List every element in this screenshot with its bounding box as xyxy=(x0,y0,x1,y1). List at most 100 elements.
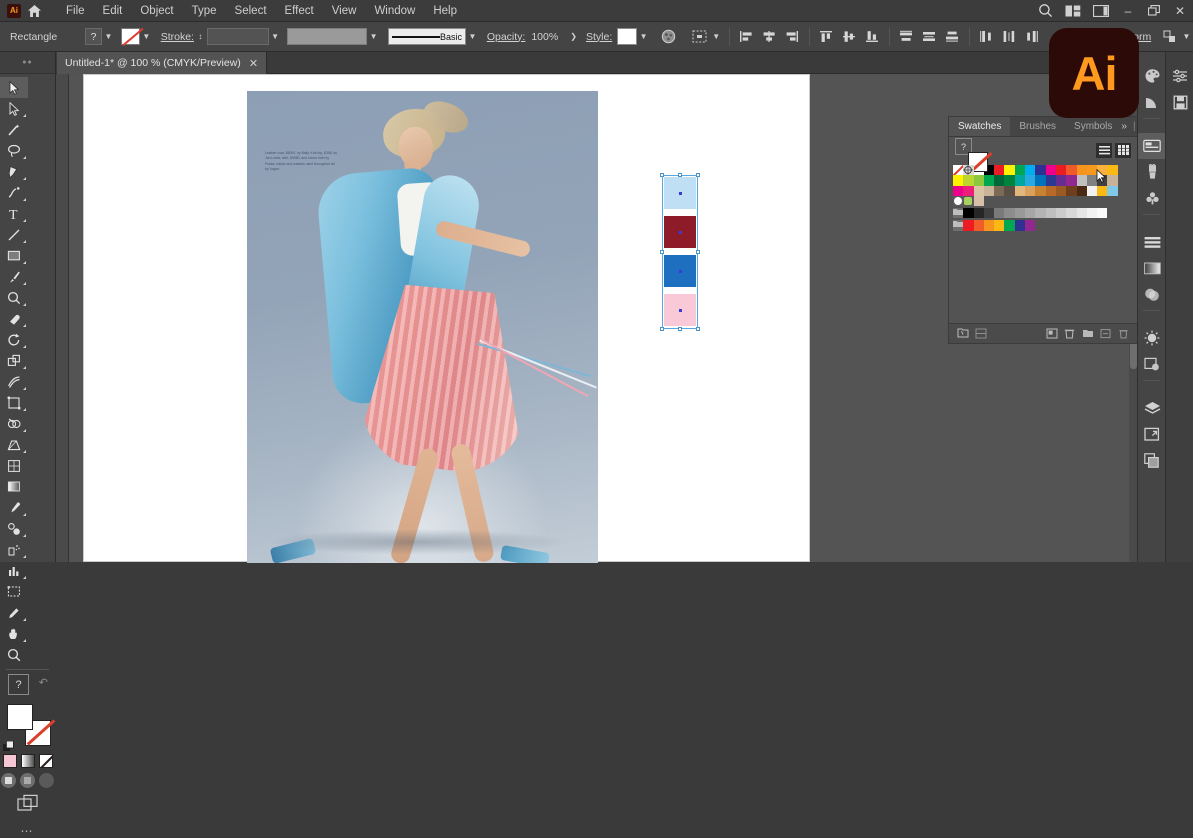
align-bottom-icon[interactable] xyxy=(862,27,883,47)
document-tab[interactable]: Untitled-1* @ 100 % (CMYK/Preview) ✕ xyxy=(57,52,268,74)
pen-tool[interactable] xyxy=(0,161,28,182)
symbol-sprayer-tool[interactable] xyxy=(0,539,28,560)
draw-inside-icon[interactable] xyxy=(39,773,54,788)
swatch-red[interactable] xyxy=(994,165,1005,176)
color-panel-icon[interactable] xyxy=(1138,63,1166,89)
color-swatch-pink[interactable] xyxy=(2,754,17,768)
swatch-silver[interactable] xyxy=(1076,175,1087,186)
swatch-tan[interactable] xyxy=(1107,175,1118,186)
graphic-style-swatch[interactable] xyxy=(617,28,638,45)
transform-chevron-down-icon[interactable]: ▼ xyxy=(1180,28,1193,45)
scale-tool[interactable] xyxy=(0,350,28,371)
trash-icon[interactable] xyxy=(1116,327,1131,341)
swatch-g2-orange[interactable] xyxy=(983,220,995,231)
gradient-tool[interactable] xyxy=(0,476,28,497)
column-graph-tool[interactable] xyxy=(0,560,28,581)
align-vertical-center-icon[interactable] xyxy=(839,27,860,47)
rect-blue[interactable] xyxy=(664,255,696,287)
tab-swatches[interactable]: Swatches xyxy=(949,117,1011,136)
opacity-value[interactable]: 100% xyxy=(531,31,567,43)
transparency-panel-icon[interactable] xyxy=(1138,281,1166,307)
layers-panel-icon[interactable] xyxy=(1138,395,1166,421)
distribute-left-icon[interactable] xyxy=(976,27,997,47)
menu-edit[interactable]: Edit xyxy=(94,2,132,20)
mesh-tool[interactable] xyxy=(0,455,28,476)
opacity-more-icon[interactable]: ❯ xyxy=(567,28,580,45)
perspective-grid-tool[interactable] xyxy=(0,434,28,455)
recolor-artwork-icon[interactable] xyxy=(658,27,679,47)
rectangle-tool[interactable] xyxy=(0,245,28,266)
swatch-yellow[interactable] xyxy=(1004,165,1015,176)
variable-width-profile[interactable] xyxy=(287,28,368,45)
asset-export-panel-icon[interactable] xyxy=(1138,447,1166,473)
new-swatch-icon[interactable] xyxy=(1098,327,1113,341)
align-horizontal-center-icon[interactable] xyxy=(759,27,780,47)
align-right-icon[interactable] xyxy=(782,27,803,47)
swatch-g2-green[interactable] xyxy=(1004,220,1015,231)
swatch-lime[interactable] xyxy=(963,175,974,186)
swatch-rust[interactable] xyxy=(1045,185,1056,196)
hand-tool[interactable] xyxy=(0,623,28,644)
gradient-swatch[interactable] xyxy=(20,754,35,768)
close-icon[interactable]: ✕ xyxy=(249,57,258,70)
stroke-weight-input[interactable] xyxy=(206,28,269,45)
menu-type[interactable]: Type xyxy=(183,2,226,20)
swatch-pink-hot[interactable] xyxy=(953,185,964,196)
show-swatch-kinds-icon[interactable] xyxy=(973,327,988,341)
eyedropper-tool[interactable] xyxy=(0,497,28,518)
swatch-white-round[interactable] xyxy=(953,195,964,207)
swatch-sky[interactable] xyxy=(1025,175,1036,186)
lasso-tool[interactable] xyxy=(0,140,28,161)
align-left-icon[interactable] xyxy=(736,27,757,47)
shaper-tool[interactable] xyxy=(0,287,28,308)
swatch-brown-dark[interactable] xyxy=(1066,185,1077,196)
tab-brushes[interactable]: Brushes xyxy=(1010,117,1065,136)
swatch-gray-3f3f3f[interactable] xyxy=(983,208,995,219)
swatch-offwhite[interactable] xyxy=(1086,185,1098,196)
color-group-folder-icon-2[interactable] xyxy=(953,220,964,231)
symbols-panel-icon[interactable] xyxy=(1138,185,1166,211)
curvature-tool[interactable] xyxy=(0,182,28,203)
tab-symbols[interactable]: Symbols xyxy=(1065,117,1121,136)
swatch-gray-b3b3b3[interactable] xyxy=(1035,208,1046,219)
swatch-brown[interactable] xyxy=(1055,185,1067,196)
swatch-gray-cccccc[interactable] xyxy=(1055,208,1067,219)
swatch-taupe[interactable] xyxy=(994,185,1005,196)
menu-object[interactable]: Object xyxy=(131,2,182,20)
distribute-right-icon[interactable] xyxy=(1022,27,1043,47)
style-chevron-down-icon[interactable]: ▼ xyxy=(637,28,650,45)
color-guide-icon[interactable] xyxy=(1138,89,1166,115)
magic-wand-tool[interactable] xyxy=(0,119,28,140)
swatch-orange-red[interactable] xyxy=(1066,165,1077,176)
swatch-red2[interactable] xyxy=(1055,165,1067,176)
slice-tool[interactable] xyxy=(0,602,28,623)
artboards-panel-icon[interactable] xyxy=(1138,421,1166,447)
swatch-gray-fafafa[interactable] xyxy=(1097,208,1108,219)
menu-window[interactable]: Window xyxy=(365,2,424,20)
line-segment-tool[interactable] xyxy=(0,224,28,245)
swatch-g2-blue[interactable] xyxy=(1014,220,1026,231)
paintbrush-tool[interactable] xyxy=(0,266,28,287)
distribute-vertical-center-icon[interactable] xyxy=(919,27,940,47)
stroke-swatch-button[interactable] xyxy=(120,27,144,47)
swatch-options-icon[interactable] xyxy=(1044,327,1059,341)
menu-effect[interactable]: Effect xyxy=(276,2,323,20)
shape-builder-tool[interactable] xyxy=(0,413,28,434)
fill-chevron-down-icon[interactable]: ▼ xyxy=(102,28,115,45)
swatch-g2-orange-red[interactable] xyxy=(973,220,984,231)
properties-panel-icon[interactable] xyxy=(1166,63,1193,89)
swatch-gray-999999[interactable] xyxy=(1014,208,1026,219)
swatch-gray-262626[interactable] xyxy=(973,208,984,219)
swatch-blue[interactable] xyxy=(1035,165,1046,176)
list-view-icon[interactable] xyxy=(1096,142,1112,158)
draw-behind-icon[interactable] xyxy=(20,773,35,788)
selected-swatch-rectangles[interactable] xyxy=(660,173,700,331)
home-icon[interactable] xyxy=(21,0,47,22)
appearance-panel-icon[interactable] xyxy=(1138,325,1166,351)
gradient-panel-icon[interactable] xyxy=(1138,255,1166,281)
rect-light-blue[interactable] xyxy=(664,177,696,209)
width-tool[interactable] xyxy=(0,371,28,392)
menu-view[interactable]: View xyxy=(323,2,366,20)
edit-toolbar-button[interactable]: ? xyxy=(8,674,29,695)
close-button[interactable]: ✕ xyxy=(1167,0,1193,22)
